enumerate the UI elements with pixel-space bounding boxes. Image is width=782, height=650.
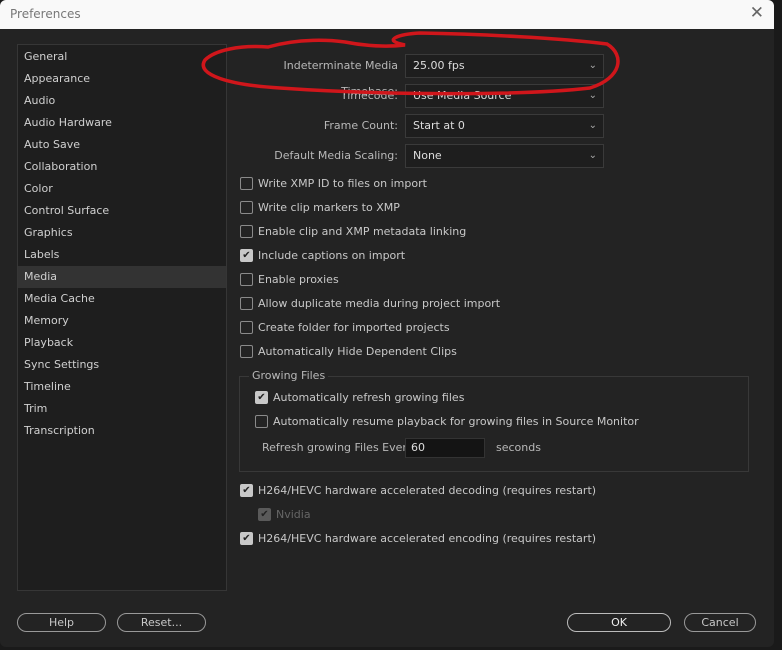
reset-button[interactable]: Reset... bbox=[117, 613, 206, 632]
checkbox[interactable]: Create folder for imported projects bbox=[240, 318, 450, 336]
sidebar-item-control-surface[interactable]: Control Surface bbox=[18, 200, 226, 222]
chevron-down-icon: ⌄ bbox=[588, 90, 597, 101]
sidebar-item-trim[interactable]: Trim bbox=[18, 398, 226, 420]
chevron-down-icon: ⌄ bbox=[588, 120, 597, 131]
checkbox[interactable]: Enable proxies bbox=[240, 270, 339, 288]
checkbox-label: Include captions on import bbox=[258, 248, 406, 262]
sidebar-item-appearance[interactable]: Appearance bbox=[18, 68, 226, 90]
check-icon: ✔ bbox=[255, 390, 268, 404]
sidebar-item-timeline[interactable]: Timeline bbox=[18, 376, 226, 398]
nvidia-checkbox: ✔ Nvidia bbox=[258, 505, 311, 523]
checkbox[interactable]: Write XMP ID to files on import bbox=[240, 174, 427, 192]
auto-refresh-checkbox[interactable]: ✔ Automatically refresh growing files bbox=[255, 388, 464, 406]
checkbox-label: Automatically Hide Dependent Clips bbox=[258, 344, 457, 358]
dropdown-value: Use Media Source bbox=[413, 89, 512, 102]
title-bar: Preferences ✕ bbox=[0, 0, 774, 29]
checkbox[interactable]: Write clip markers to XMP bbox=[240, 198, 400, 216]
growing-files-label: Growing Files bbox=[249, 369, 329, 382]
checkbox-box bbox=[240, 224, 253, 238]
check-icon: ✔ bbox=[240, 531, 253, 545]
check-icon: ✔ bbox=[258, 507, 271, 521]
refresh-interval-input[interactable]: 60 bbox=[405, 438, 485, 458]
checkbox-label: Write XMP ID to files on import bbox=[258, 176, 427, 190]
sidebar-item-audio-hardware[interactable]: Audio Hardware bbox=[18, 112, 226, 134]
field-label: Default Media Scaling: bbox=[274, 149, 398, 162]
field-label: Timecode: bbox=[340, 89, 398, 102]
field-dropdown[interactable]: Start at 0 ⌄ bbox=[405, 114, 604, 138]
check-icon: ✔ bbox=[240, 248, 253, 262]
checkbox-label: Create folder for imported projects bbox=[258, 320, 450, 334]
sidebar-item-media-cache[interactable]: Media Cache bbox=[18, 288, 226, 310]
checkbox-label: Write clip markers to XMP bbox=[258, 200, 400, 214]
checkbox[interactable]: Automatically Hide Dependent Clips bbox=[240, 342, 457, 360]
help-button[interactable]: Help bbox=[17, 613, 106, 632]
refresh-every-label: Refresh growing Files Every bbox=[262, 441, 414, 454]
sidebar: General Appearance Audio Audio Hardware Auto… bbox=[17, 44, 227, 591]
checkbox-label: Automatically resume playback for growin… bbox=[273, 414, 639, 428]
hw-encoding-checkbox[interactable]: ✔ H264/HEVC hardware accelerated encoding… bbox=[240, 529, 596, 547]
chevron-down-icon: ⌄ bbox=[588, 60, 597, 71]
field-dropdown[interactable]: Use Media Source ⌄ bbox=[405, 84, 604, 108]
sidebar-item-memory[interactable]: Memory bbox=[18, 310, 226, 332]
checkbox-box bbox=[240, 272, 253, 286]
checkbox-box bbox=[255, 414, 268, 428]
sidebar-item-color[interactable]: Color bbox=[18, 178, 226, 200]
sidebar-item-graphics[interactable]: Graphics bbox=[18, 222, 226, 244]
checkbox-box bbox=[240, 296, 253, 310]
hw-decoding-checkbox[interactable]: ✔ H264/HEVC hardware accelerated decoding… bbox=[240, 481, 596, 499]
checkbox[interactable]: Enable clip and XMP metadata linking bbox=[240, 222, 466, 240]
window-title: Preferences bbox=[10, 7, 81, 21]
cancel-button[interactable]: Cancel bbox=[684, 613, 756, 632]
sidebar-item-audio[interactable]: Audio bbox=[18, 90, 226, 112]
field-dropdown[interactable]: None ⌄ bbox=[405, 144, 604, 168]
checkbox-box bbox=[240, 176, 253, 190]
close-icon[interactable]: ✕ bbox=[750, 3, 764, 23]
checkbox-label: Automatically refresh growing files bbox=[273, 390, 465, 404]
checkbox-label: Enable clip and XMP metadata linking bbox=[258, 224, 467, 238]
sidebar-item-labels[interactable]: Labels bbox=[18, 244, 226, 266]
checkbox-label: Nvidia bbox=[276, 507, 311, 521]
sidebar-item-transcription[interactable]: Transcription bbox=[18, 420, 226, 442]
sidebar-item-media[interactable]: Media bbox=[18, 266, 226, 288]
field-dropdown[interactable]: 25.00 fps ⌄ bbox=[405, 54, 604, 78]
dropdown-value: 25.00 fps bbox=[413, 59, 465, 72]
sidebar-item-sync-settings[interactable]: Sync Settings bbox=[18, 354, 226, 376]
dropdown-value: None bbox=[413, 149, 442, 162]
checkbox-box bbox=[240, 200, 253, 214]
checkbox[interactable]: ✔ Include captions on import bbox=[240, 246, 405, 264]
sidebar-item-collaboration[interactable]: Collaboration bbox=[18, 156, 226, 178]
ok-button[interactable]: OK bbox=[567, 613, 671, 632]
sidebar-item-playback[interactable]: Playback bbox=[18, 332, 226, 354]
dropdown-value: Start at 0 bbox=[413, 119, 465, 132]
sidebar-item-auto-save[interactable]: Auto Save bbox=[18, 134, 226, 156]
checkbox-label: Allow duplicate media during project imp… bbox=[258, 296, 501, 310]
checkbox-box bbox=[240, 344, 253, 358]
check-icon: ✔ bbox=[240, 483, 253, 497]
seconds-label: seconds bbox=[496, 441, 541, 454]
checkbox[interactable]: Allow duplicate media during project imp… bbox=[240, 294, 500, 312]
field-label: Frame Count: bbox=[323, 119, 398, 132]
checkbox-label: Enable proxies bbox=[258, 272, 339, 286]
sidebar-item-general[interactable]: General bbox=[18, 46, 226, 68]
checkbox-box bbox=[240, 320, 253, 334]
chevron-down-icon: ⌄ bbox=[588, 150, 597, 161]
auto-resume-checkbox[interactable]: Automatically resume playback for growin… bbox=[255, 412, 639, 430]
checkbox-label: H264/HEVC hardware accelerated decoding … bbox=[258, 483, 597, 497]
checkbox-label: H264/HEVC hardware accelerated encoding … bbox=[258, 531, 597, 545]
